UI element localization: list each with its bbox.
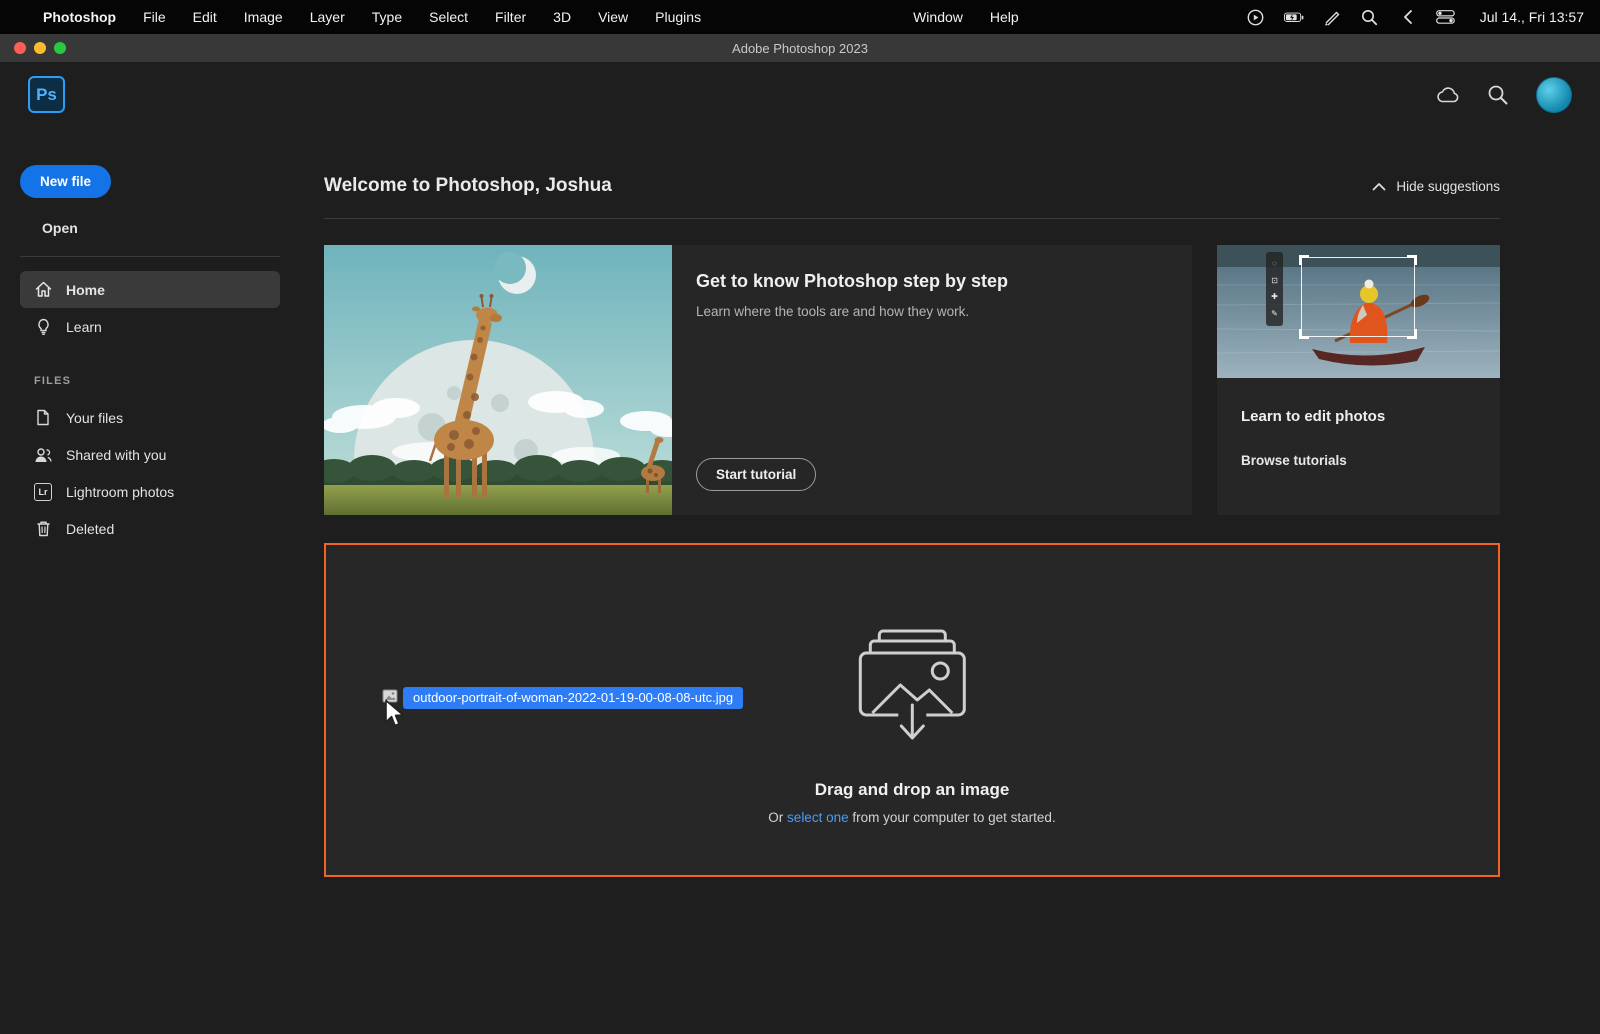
browse-tutorials-link[interactable]: Browse tutorials xyxy=(1241,453,1476,468)
menu-plugins[interactable]: Plugins xyxy=(655,9,701,25)
heal-tool-icon: ✚ xyxy=(1271,293,1278,301)
chevron-left-status-icon[interactable] xyxy=(1398,8,1418,26)
start-tutorial-button[interactable]: Start tutorial xyxy=(696,458,816,491)
dropzone-hint: Or select one from your computer to get … xyxy=(768,810,1055,825)
window-controls xyxy=(14,42,66,54)
mini-tools-overlay: ◌ ⊡ ✚ ✎ xyxy=(1266,252,1283,326)
dropzone-title: Drag and drop an image xyxy=(768,780,1055,800)
document-icon xyxy=(34,409,52,427)
crop-corner-handle xyxy=(1407,255,1417,265)
photoshop-logo: Ps xyxy=(28,76,65,113)
learn-edit-photos-card[interactable]: ◌ ⊡ ✚ ✎ Learn to edit photos Browse tuto… xyxy=(1217,245,1500,515)
mouse-cursor xyxy=(383,699,407,734)
sidebar-item-label: Deleted xyxy=(66,521,114,537)
crop-corner-handle xyxy=(1299,329,1309,339)
cloud-sync-icon[interactable] xyxy=(1436,83,1460,107)
sidebar-item-label: Home xyxy=(66,282,105,298)
hint-prefix: Or xyxy=(768,810,787,825)
sidebar-item-label: Lightroom photos xyxy=(66,484,174,500)
canoe-photo: ◌ ⊡ ✚ ✎ xyxy=(1217,245,1500,378)
trash-icon xyxy=(34,520,52,538)
control-center-icon[interactable] xyxy=(1436,8,1456,26)
dragged-file-name: outdoor-portrait-of-woman-2022-01-19-00-… xyxy=(403,687,743,709)
menu-type[interactable]: Type xyxy=(372,9,402,25)
edit-card-title: Learn to edit photos xyxy=(1241,408,1476,425)
people-icon xyxy=(34,446,52,464)
sidebar-item-lightroom-photos[interactable]: Lr Lightroom photos xyxy=(20,473,280,510)
sidebar-item-label: Your files xyxy=(66,410,123,426)
macos-menubar: Photoshop File Edit Image Layer Type Sel… xyxy=(0,0,1600,34)
menu-image[interactable]: Image xyxy=(244,9,283,25)
menu-view[interactable]: View xyxy=(598,9,628,25)
image-dropzone[interactable]: outdoor-portrait-of-woman-2022-01-19-00-… xyxy=(324,543,1500,877)
sidebar-item-label: Learn xyxy=(66,319,102,335)
sidebar-item-learn[interactable]: Learn xyxy=(20,308,280,345)
hide-suggestions-button[interactable]: Hide suggestions xyxy=(1372,179,1500,194)
crop-corner-handle xyxy=(1299,255,1309,265)
lasso-tool-icon: ◌ xyxy=(1272,260,1277,268)
menu-file[interactable]: File xyxy=(143,9,166,25)
sidebar: New file Open Home Learn FILES Your file… xyxy=(0,127,300,1034)
lightroom-icon: Lr xyxy=(34,483,52,501)
home-icon xyxy=(34,281,52,299)
spotlight-search-icon[interactable] xyxy=(1360,8,1380,26)
section-divider xyxy=(324,218,1500,219)
crop-corner-handle xyxy=(1407,329,1417,339)
menu-help[interactable]: Help xyxy=(990,9,1019,25)
open-button[interactable]: Open xyxy=(42,220,280,236)
sidebar-item-your-files[interactable]: Your files xyxy=(20,399,280,436)
tutorial-card-title: Get to know Photoshop step by step xyxy=(696,271,1168,292)
dragged-file: outdoor-portrait-of-woman-2022-01-19-00-… xyxy=(382,687,743,709)
image-stack-icon xyxy=(856,629,968,743)
crop-tool-icon: ⊡ xyxy=(1271,277,1278,285)
window-title: Adobe Photoshop 2023 xyxy=(732,41,868,56)
tutorial-card: Get to know Photoshop step by step Learn… xyxy=(324,245,1192,515)
menu-select[interactable]: Select xyxy=(429,9,468,25)
menu-window[interactable]: Window xyxy=(913,9,963,25)
sidebar-item-deleted[interactable]: Deleted xyxy=(20,510,280,547)
zoom-window-button[interactable] xyxy=(54,42,66,54)
lightbulb-icon xyxy=(34,318,52,336)
menu-edit[interactable]: Edit xyxy=(193,9,217,25)
menubar-clock[interactable]: Jul 14., Fri 13:57 xyxy=(1480,9,1584,25)
media-play-status-icon[interactable] xyxy=(1246,8,1266,26)
welcome-title: Welcome to Photoshop, Joshua xyxy=(324,175,612,197)
window-titlebar: Adobe Photoshop 2023 xyxy=(0,34,1600,62)
app-header: Ps xyxy=(0,62,1600,127)
giraffe-surreal-image xyxy=(324,245,672,515)
dropzone-center: Drag and drop an image Or select one fro… xyxy=(768,629,1055,825)
account-avatar[interactable] xyxy=(1536,77,1572,113)
hint-suffix: from your computer to get started. xyxy=(849,810,1056,825)
menu-filter[interactable]: Filter xyxy=(495,9,526,25)
stylus-status-icon[interactable] xyxy=(1322,8,1342,26)
search-icon[interactable] xyxy=(1486,83,1510,107)
brush-tool-icon: ✎ xyxy=(1271,310,1278,318)
menu-3d[interactable]: 3D xyxy=(553,9,571,25)
photoshop-home-screen: Photoshop File Edit Image Layer Type Sel… xyxy=(0,0,1600,1034)
sidebar-item-shared-with-you[interactable]: Shared with you xyxy=(20,436,280,473)
hide-suggestions-label: Hide suggestions xyxy=(1396,179,1500,194)
sidebar-item-home[interactable]: Home xyxy=(20,271,280,308)
sidebar-item-label: Shared with you xyxy=(66,447,166,463)
sidebar-divider xyxy=(20,256,280,257)
menubar-app-name[interactable]: Photoshop xyxy=(43,9,116,25)
crop-frame-overlay xyxy=(1301,257,1415,337)
new-file-button[interactable]: New file xyxy=(20,165,111,198)
close-window-button[interactable] xyxy=(14,42,26,54)
minimize-window-button[interactable] xyxy=(34,42,46,54)
tutorial-card-subtitle: Learn where the tools are and how they w… xyxy=(696,304,1168,319)
chevron-up-icon xyxy=(1372,182,1386,191)
main-content: Welcome to Photoshop, Joshua Hide sugges… xyxy=(324,127,1500,877)
battery-icon[interactable] xyxy=(1284,8,1304,26)
menu-layer[interactable]: Layer xyxy=(310,9,345,25)
select-one-link[interactable]: select one xyxy=(787,810,849,825)
files-section-header: FILES xyxy=(34,375,280,387)
